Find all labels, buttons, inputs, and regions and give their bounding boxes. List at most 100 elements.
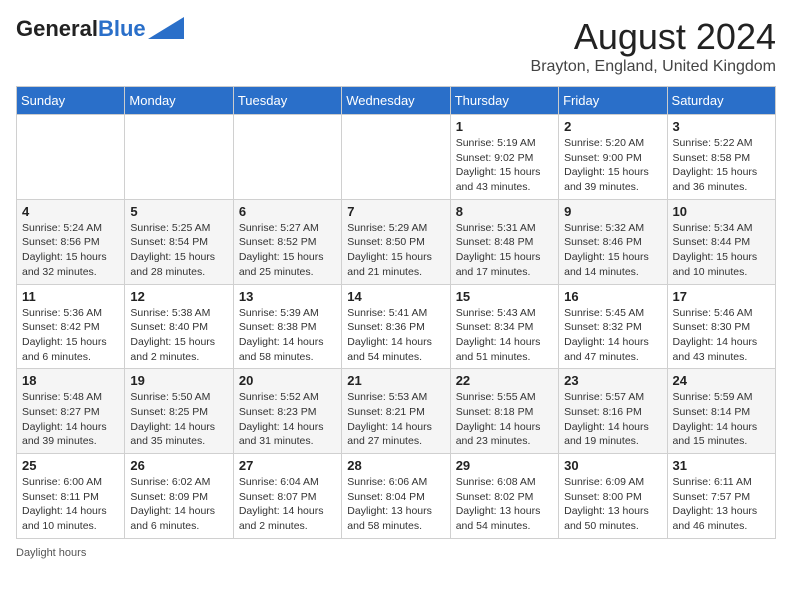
day-info: Sunrise: 5:52 AMSunset: 8:23 PMDaylight:… xyxy=(239,390,336,449)
location-subtitle: Brayton, England, United Kingdom xyxy=(531,58,776,76)
day-number: 2 xyxy=(564,119,661,134)
daylight-label: Daylight: 14 hours and 35 minutes. xyxy=(130,421,215,448)
day-number: 14 xyxy=(347,289,444,304)
sunrise-label: Sunrise: 5:45 AM xyxy=(564,307,644,319)
col-header-saturday: Saturday xyxy=(667,87,775,115)
col-header-friday: Friday xyxy=(559,87,667,115)
day-info: Sunrise: 6:00 AMSunset: 8:11 PMDaylight:… xyxy=(22,475,119,534)
day-number: 20 xyxy=(239,373,336,388)
day-number: 15 xyxy=(456,289,553,304)
month-year-title: August 2024 xyxy=(531,16,776,58)
day-number: 25 xyxy=(22,458,119,473)
daylight-label: Daylight: 14 hours and 39 minutes. xyxy=(22,421,107,448)
calendar-cell: 13Sunrise: 5:39 AMSunset: 8:38 PMDayligh… xyxy=(233,284,341,369)
day-number: 22 xyxy=(456,373,553,388)
day-info: Sunrise: 5:20 AMSunset: 9:00 PMDaylight:… xyxy=(564,136,661,195)
day-info: Sunrise: 5:29 AMSunset: 8:50 PMDaylight:… xyxy=(347,221,444,280)
calendar-cell: 30 Sunrise: 6:09 AMSunset: 8:00 PMDayligh… xyxy=(559,454,667,539)
sunset-label: Sunset: 8:14 PM xyxy=(673,406,751,418)
sunset-label: Sunset: 8:11 PM xyxy=(22,491,99,503)
daylight-label: Daylight: 15 hours and 43 minutes. xyxy=(456,166,541,193)
calendar-cell xyxy=(125,115,233,200)
calendar-cell: 22Sunrise: 5:55 AMSunset: 8:18 PMDayligh… xyxy=(450,369,558,454)
col-header-wednesday: Wednesday xyxy=(342,87,450,115)
daylight-label: Daylight: 14 hours and 27 minutes. xyxy=(347,421,432,448)
sunrise-label: Sunrise: 5:48 AM xyxy=(22,391,102,403)
day-number: 21 xyxy=(347,373,444,388)
sunset-label: Sunset: 8:30 PM xyxy=(673,321,751,333)
calendar-cell xyxy=(342,115,450,200)
calendar-cell xyxy=(233,115,341,200)
sunrise-label: Sunrise: 6:09 AM xyxy=(564,476,644,488)
calendar-cell: 28Sunrise: 6:06 AMSunset: 8:04 PMDayligh… xyxy=(342,454,450,539)
sunrise-label: Sunrise: 5:57 AM xyxy=(564,391,644,403)
sunset-label: Sunset: 7:57 PM xyxy=(673,491,751,503)
day-info: Sunrise: 5:53 AMSunset: 8:21 PMDaylight:… xyxy=(347,390,444,449)
calendar-cell: 21 Sunrise: 5:53 AMSunset: 8:21 PMDayligh… xyxy=(342,369,450,454)
day-number: 30 xyxy=(564,458,661,473)
sunset-label: Sunset: 8:34 PM xyxy=(456,321,534,333)
sunset-label: Sunset: 8:07 PM xyxy=(239,491,317,503)
sunset-label: Sunset: 8:56 PM xyxy=(22,236,100,248)
sunset-label: Sunset: 8:42 PM xyxy=(22,321,100,333)
day-info: Sunrise: 5:31 AMSunset: 8:48 PMDaylight:… xyxy=(456,221,553,280)
daylight-label: Daylight: 13 hours and 46 minutes. xyxy=(673,505,758,532)
daylight-label: Daylight: 13 hours and 50 minutes. xyxy=(564,505,649,532)
sunset-label: Sunset: 8:09 PM xyxy=(130,491,208,503)
day-info: Sunrise: 6:09 AMSunset: 8:00 PMDaylight:… xyxy=(564,475,661,534)
logo-icon xyxy=(148,17,184,39)
sunrise-label: Sunrise: 6:04 AM xyxy=(239,476,319,488)
day-number: 7 xyxy=(347,204,444,219)
calendar-table: SundayMondayTuesdayWednesdayThursdayFrid… xyxy=(16,86,776,539)
calendar-cell: 5Sunrise: 5:25 AMSunset: 8:54 PMDaylight… xyxy=(125,199,233,284)
daylight-label: Daylight: 14 hours and 58 minutes. xyxy=(239,336,324,363)
daylight-label: Daylight: 13 hours and 58 minutes. xyxy=(347,505,432,532)
daylight-hours-label: Daylight hours xyxy=(16,547,86,559)
sunrise-label: Sunrise: 5:27 AM xyxy=(239,222,319,234)
calendar-cell: 31Sunrise: 6:11 AMSunset: 7:57 PMDayligh… xyxy=(667,454,775,539)
sunset-label: Sunset: 8:25 PM xyxy=(130,406,208,418)
calendar-cell: 18 Sunrise: 5:48 AMSunset: 8:27 PMDayligh… xyxy=(17,369,125,454)
day-number: 17 xyxy=(673,289,770,304)
sunset-label: Sunset: 8:16 PM xyxy=(564,406,642,418)
sunrise-label: Sunrise: 5:36 AM xyxy=(22,307,102,319)
daylight-label: Daylight: 14 hours and 54 minutes. xyxy=(347,336,432,363)
day-number: 13 xyxy=(239,289,336,304)
daylight-label: Daylight: 14 hours and 6 minutes. xyxy=(130,505,215,532)
daylight-label: Daylight: 14 hours and 51 minutes. xyxy=(456,336,541,363)
calendar-cell: 14Sunrise: 5:41 AMSunset: 8:36 PMDayligh… xyxy=(342,284,450,369)
daylight-label: Daylight: 14 hours and 47 minutes. xyxy=(564,336,649,363)
sunset-label: Sunset: 8:54 PM xyxy=(130,236,208,248)
sunset-label: Sunset: 8:18 PM xyxy=(456,406,534,418)
sunset-label: Sunset: 8:44 PM xyxy=(673,236,751,248)
day-number: 9 xyxy=(564,204,661,219)
daylight-label: Daylight: 14 hours and 2 minutes. xyxy=(239,505,324,532)
sunrise-label: Sunrise: 6:11 AM xyxy=(673,476,752,488)
day-number: 18 xyxy=(22,373,119,388)
calendar-week-row-2: 4Sunrise: 5:24 AMSunset: 8:56 PMDaylight… xyxy=(17,199,776,284)
calendar-cell: 9Sunrise: 5:32 AMSunset: 8:46 PMDaylight… xyxy=(559,199,667,284)
calendar-cell: 24Sunrise: 5:59 AMSunset: 8:14 PMDayligh… xyxy=(667,369,775,454)
day-number: 8 xyxy=(456,204,553,219)
sunset-label: Sunset: 8:02 PM xyxy=(456,491,534,503)
sunrise-label: Sunrise: 5:59 AM xyxy=(673,391,753,403)
col-header-monday: Monday xyxy=(125,87,233,115)
day-number: 5 xyxy=(130,204,227,219)
sunset-label: Sunset: 8:46 PM xyxy=(564,236,642,248)
day-info: Sunrise: 5:48 AMSunset: 8:27 PMDaylight:… xyxy=(22,390,119,449)
calendar-cell: 12Sunrise: 5:38 AMSunset: 8:40 PMDayligh… xyxy=(125,284,233,369)
daylight-label: Daylight: 15 hours and 21 minutes. xyxy=(347,251,432,278)
day-info: Sunrise: 5:46 AMSunset: 8:30 PMDaylight:… xyxy=(673,306,770,365)
calendar-cell: 19Sunrise: 5:50 AMSunset: 8:25 PMDayligh… xyxy=(125,369,233,454)
day-number: 3 xyxy=(673,119,770,134)
calendar-cell: 10Sunrise: 5:34 AMSunset: 8:44 PMDayligh… xyxy=(667,199,775,284)
sunrise-label: Sunrise: 5:43 AM xyxy=(456,307,536,319)
sunrise-label: Sunrise: 5:20 AM xyxy=(564,137,644,149)
day-info: Sunrise: 5:43 AM Sunset: 8:34 PM Daylight:… xyxy=(456,306,553,365)
day-number: 24 xyxy=(673,373,770,388)
day-info: Sunrise: 5:59 AMSunset: 8:14 PMDaylight:… xyxy=(673,390,770,449)
sunrise-label: Sunrise: 5:39 AM xyxy=(239,307,319,319)
sunrise-label: Sunrise: 6:06 AM xyxy=(347,476,427,488)
calendar-week-row-1: 1Sunrise: 5:19 AMSunset: 9:02 PMDaylight… xyxy=(17,115,776,200)
sunset-label: Sunset: 8:04 PM xyxy=(347,491,425,503)
